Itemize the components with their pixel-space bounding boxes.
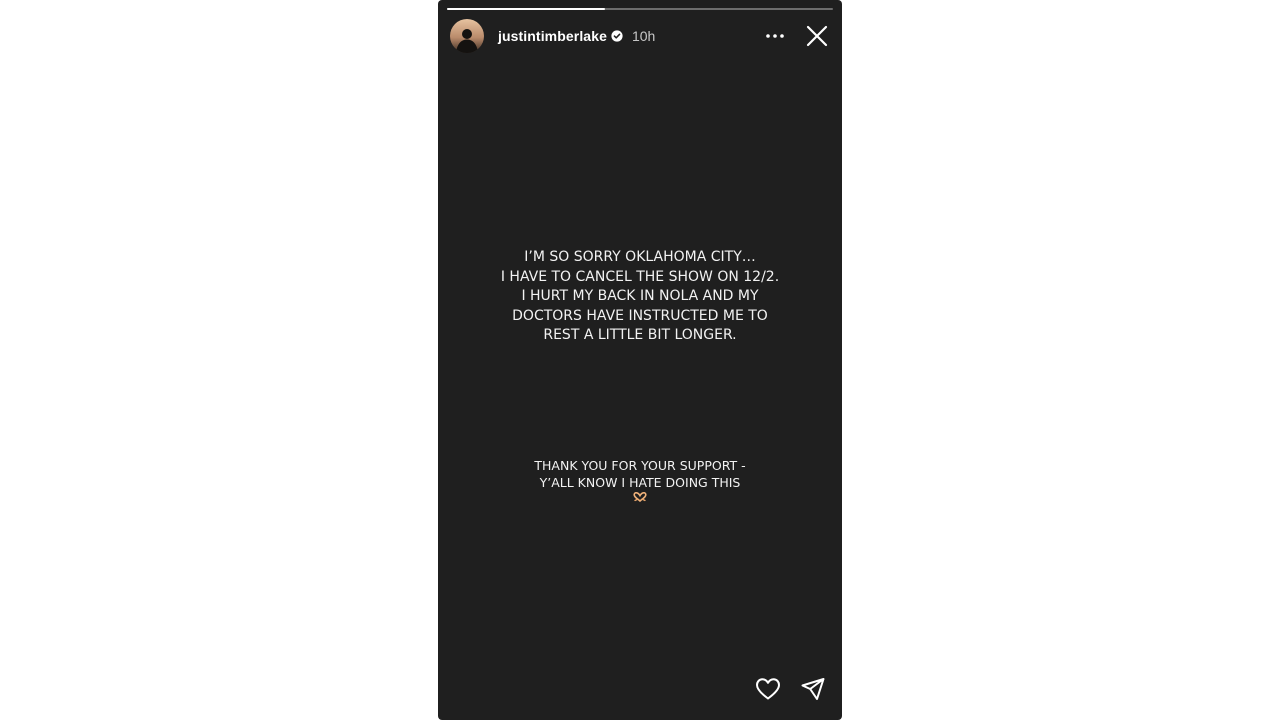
message-line: I’M SO SORRY OKLAHOMA CITY… [524, 249, 756, 265]
thanks-line: Y’ALL KNOW I HATE DOING THIS [539, 475, 741, 490]
like-button[interactable] [753, 674, 783, 704]
more-horizontal-icon [766, 34, 784, 38]
close-button[interactable] [802, 21, 832, 51]
story-progress-fill [447, 8, 606, 10]
verified-badge-icon [611, 30, 623, 42]
post-time: 10h [631, 28, 656, 44]
story-message: I’M SO SORRY OKLAHOMA CITY… I HAVE TO CA… [438, 248, 842, 346]
heart-icon [756, 678, 780, 700]
close-icon [806, 25, 828, 47]
heart-hands-emoji [438, 492, 842, 502]
story-viewer[interactable]: justintimberlake 10h I’M SO SORRY OKLAHO… [438, 0, 842, 720]
thanks-line: THANK YOU FOR YOUR SUPPORT - [534, 458, 746, 473]
username[interactable]: justintimberlake [498, 28, 607, 44]
message-line: I HURT MY BACK IN NOLA AND MY [521, 288, 759, 304]
message-line: DOCTORS HAVE INSTRUCTED ME TO [512, 307, 768, 324]
share-button[interactable] [798, 674, 828, 704]
message-line: I HAVE TO CANCEL THE SHOW ON 12/2. [500, 268, 780, 285]
more-options-button[interactable] [760, 21, 790, 51]
story-progress-bar [447, 8, 833, 10]
message-line: REST A LITTLE BIT LONGER. [543, 327, 737, 343]
avatar[interactable] [450, 19, 484, 53]
story-header: justintimberlake 10h [450, 18, 832, 54]
story-actions [753, 674, 828, 704]
send-icon [801, 678, 825, 700]
story-thanks-note: THANK YOU FOR YOUR SUPPORT - Y’ALL KNOW … [438, 457, 842, 502]
